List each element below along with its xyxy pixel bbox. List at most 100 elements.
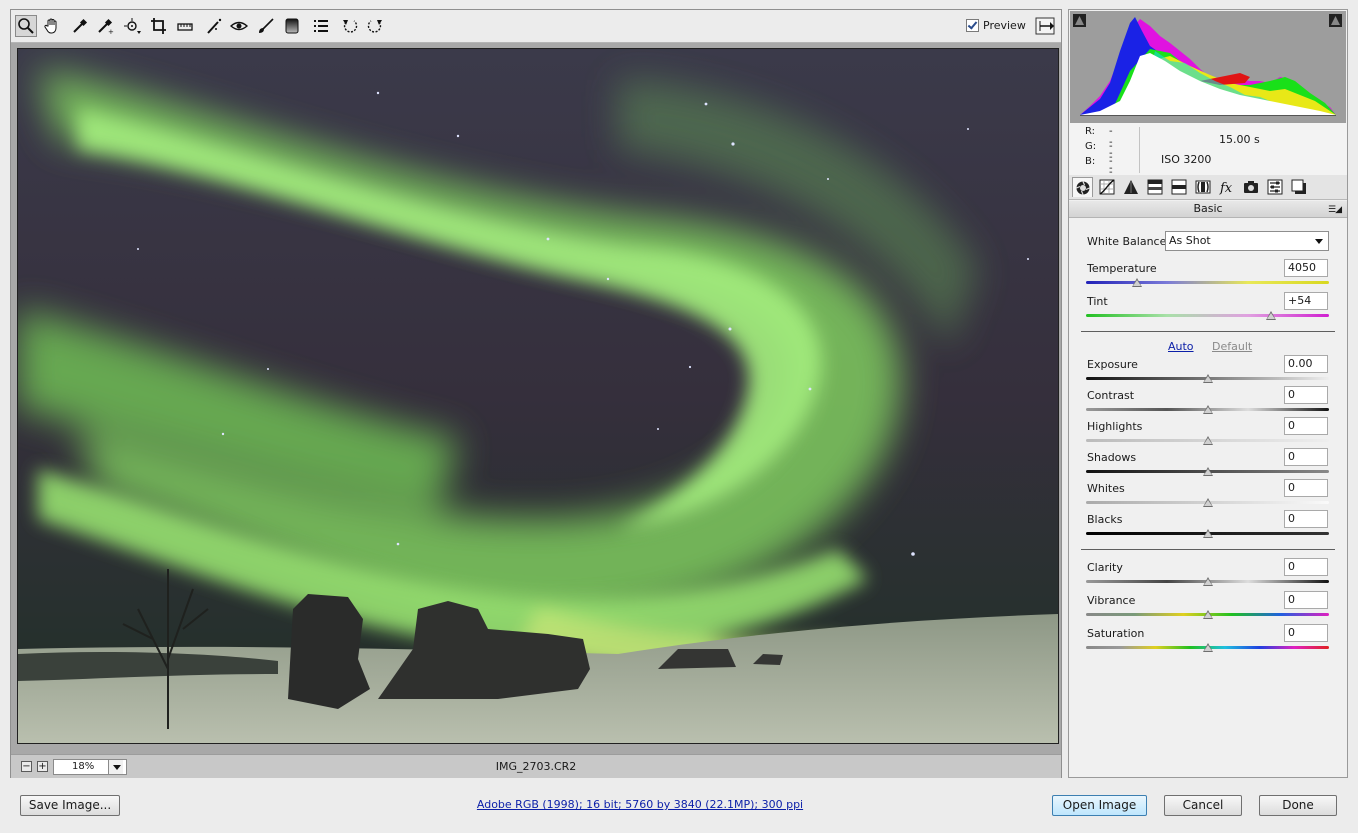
b-label: B: [1085, 156, 1096, 167]
tab-detail[interactable] [1120, 177, 1141, 197]
hsl-icon [1147, 179, 1162, 195]
tab-effects[interactable]: fx [1216, 177, 1237, 197]
g-label: G: [1085, 141, 1097, 152]
whites-slider-thumb[interactable] [1202, 498, 1213, 507]
highlights-slider-thumb[interactable] [1202, 436, 1213, 445]
tab-presets[interactable] [1264, 177, 1285, 197]
fullscreen-toggle-button[interactable] [1035, 17, 1055, 35]
camera-icon [1243, 181, 1258, 193]
section-title: Basic [1193, 202, 1223, 215]
targeted-adjustment-tool-button[interactable] [121, 15, 143, 37]
exposure-input[interactable]: 0.00 [1284, 355, 1328, 373]
straighten-tool-button[interactable] [174, 15, 196, 37]
status-bar: − + 18% IMG_2703.CR2 [11, 754, 1061, 778]
aperture-icon [1075, 180, 1090, 195]
adjustment-brush-tool-button[interactable] [255, 15, 277, 37]
toolbar: + Preview [11, 10, 1061, 43]
preview-label: Preview [983, 19, 1026, 32]
blacks-input[interactable]: 0 [1284, 510, 1328, 528]
adjustments-panel: R:--- G:--- B:--- 15.00 s ISO 3200 fx Ba… [1068, 9, 1348, 778]
g-readout: G: --- [1085, 141, 1113, 174]
graduated-filter-tool-button[interactable] [281, 15, 303, 37]
image-preview[interactable] [17, 48, 1059, 744]
white-balance-tool-button[interactable] [69, 15, 91, 37]
shadows-label: Shadows [1087, 451, 1137, 464]
open-image-button[interactable]: Open Image [1052, 795, 1147, 816]
section-divider [1081, 331, 1335, 332]
section-header: Basic ☰◢ [1069, 201, 1347, 218]
vibrance-input[interactable]: 0 [1284, 591, 1328, 609]
highlights-input[interactable]: 0 [1284, 417, 1328, 435]
shadows-input[interactable]: 0 [1284, 448, 1328, 466]
temperature-slider-thumb[interactable] [1132, 278, 1143, 287]
preview-checkbox[interactable]: Preview [966, 19, 1026, 32]
red-eye-removal-tool-button[interactable] [228, 15, 250, 37]
workflow-options-link[interactable]: Adobe RGB (1998); 16 bit; 5760 by 3840 (… [440, 798, 840, 811]
color-sampler-tool-button[interactable]: + [94, 15, 116, 37]
crop-tool-button[interactable] [148, 15, 170, 37]
contrast-slider-thumb[interactable] [1202, 405, 1213, 414]
zoom-icon [18, 18, 34, 34]
highlight-clipping-warning-button[interactable] [1329, 14, 1342, 27]
target-icon [124, 18, 141, 34]
histogram [1070, 11, 1346, 123]
shadow-clipping-warning-button[interactable] [1073, 14, 1086, 27]
rotate-ccw-icon [343, 20, 358, 33]
svg-text:+: + [108, 28, 114, 35]
save-image-button[interactable]: Save Image... [20, 795, 120, 816]
iso-value: ISO 3200 [1161, 153, 1212, 166]
tab-basic[interactable] [1072, 177, 1093, 197]
tab-tone-curve[interactable] [1096, 177, 1117, 197]
shadows-slider-thumb[interactable] [1202, 467, 1213, 476]
tint-label: Tint [1087, 295, 1108, 308]
contrast-input[interactable]: 0 [1284, 386, 1328, 404]
vibrance-slider-thumb[interactable] [1202, 610, 1213, 619]
temperature-slider[interactable] [1086, 281, 1329, 284]
default-link[interactable]: Default [1212, 340, 1252, 353]
color-sampler-icon: + [98, 18, 114, 35]
rotate-ccw-button[interactable] [339, 15, 361, 37]
clarity-label: Clarity [1087, 561, 1123, 574]
blacks-slider-thumb[interactable] [1202, 529, 1213, 538]
clipping-triangle-icon [1073, 14, 1086, 27]
whites-input[interactable]: 0 [1284, 479, 1328, 497]
vibrance-label: Vibrance [1087, 594, 1136, 607]
lens-icon [1195, 180, 1210, 194]
gradient-icon [285, 18, 299, 34]
white-balance-label: White Balance: [1087, 235, 1171, 248]
tint-slider[interactable] [1086, 314, 1329, 317]
tab-snapshots[interactable] [1288, 177, 1309, 197]
rotate-cw-button[interactable] [364, 15, 386, 37]
preferences-button[interactable] [310, 15, 332, 37]
svg-text:fx: fx [1219, 181, 1233, 195]
auto-link[interactable]: Auto [1168, 340, 1194, 353]
clarity-input[interactable]: 0 [1284, 558, 1328, 576]
clarity-slider-thumb[interactable] [1202, 577, 1213, 586]
tab-split-toning[interactable] [1168, 177, 1189, 197]
tint-slider-thumb[interactable] [1265, 311, 1276, 320]
list-icon [314, 20, 328, 32]
tab-hsl[interactable] [1144, 177, 1165, 197]
highlights-label: Highlights [1087, 420, 1143, 433]
cancel-button[interactable]: Cancel [1164, 795, 1242, 816]
white-balance-select[interactable]: As Shot [1165, 231, 1329, 251]
tab-lens-corrections[interactable] [1192, 177, 1213, 197]
r-readout: R: --- [1085, 126, 1113, 159]
shutter-speed: 15.00 s [1219, 133, 1260, 146]
panel-menu-icon[interactable]: ☰◢ [1328, 202, 1342, 218]
straighten-icon [177, 23, 193, 31]
hand-tool-button[interactable] [41, 15, 63, 37]
tab-camera-calibration[interactable] [1240, 177, 1261, 197]
spot-removal-tool-button[interactable] [203, 15, 225, 37]
eye-icon [230, 21, 248, 31]
tint-input[interactable]: +54 [1284, 292, 1328, 310]
saturation-input[interactable]: 0 [1284, 624, 1328, 642]
presets-icon [1267, 179, 1282, 195]
done-button[interactable]: Done [1259, 795, 1337, 816]
divider [1139, 127, 1140, 173]
brush-dots-icon [207, 18, 222, 34]
zoom-tool-button[interactable] [15, 15, 37, 37]
temperature-input[interactable]: 4050 [1284, 259, 1328, 277]
exposure-slider-thumb[interactable] [1202, 374, 1213, 383]
saturation-slider-thumb[interactable] [1202, 643, 1213, 652]
